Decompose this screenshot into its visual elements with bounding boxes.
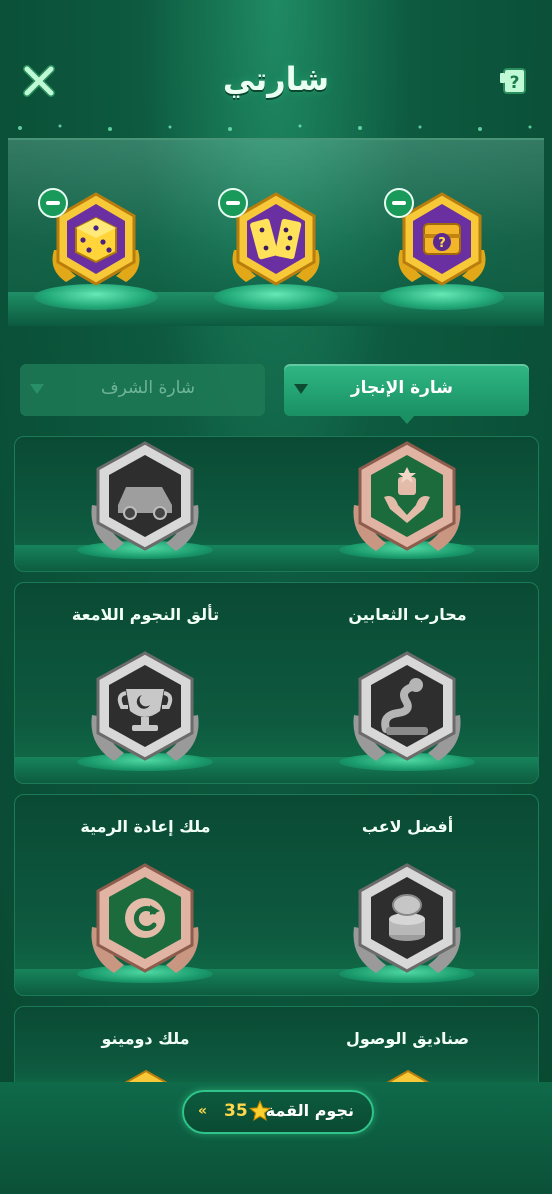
badge-cell[interactable]: ملك إعادة الرمية [15, 795, 276, 995]
help-icon: ? [500, 68, 526, 94]
unequip-button[interactable] [38, 188, 68, 218]
badge-cell[interactable]: أفضل لاعب [277, 795, 538, 995]
chevron-down-icon [30, 384, 44, 394]
tab-achievement-badge[interactable]: شارة الإنجاز [284, 364, 529, 416]
stars-count: 35 [224, 1101, 248, 1121]
coins-icon [353, 863, 461, 973]
double-chevron-icon: « [198, 1103, 208, 1119]
snake-icon [353, 651, 461, 761]
page-title: شارتي [222, 60, 330, 98]
stars-label: نجوم القمة [265, 1101, 354, 1120]
badge-label: أفضل لاعب [361, 817, 454, 836]
badge-row [14, 436, 539, 572]
badge-row: أفضل لاعب ملك إعادة الرمية [14, 794, 539, 996]
badge-label: محارب الثعابين [348, 605, 467, 624]
top-stars-button[interactable]: نجوم القمة 35 « [182, 1090, 374, 1134]
active-tab-pointer [398, 414, 416, 424]
tab-label: شارة الإنجاز [350, 378, 453, 398]
unequip-button[interactable] [218, 188, 248, 218]
equipped-badge-1[interactable]: ? [380, 186, 504, 316]
chevron-down-icon [294, 384, 308, 394]
unequip-button[interactable] [384, 188, 414, 218]
svg-text:?: ? [510, 73, 520, 93]
badge-cell[interactable]: تألق النجوم اللامعة [15, 583, 276, 783]
badge-cell[interactable] [277, 437, 538, 571]
trophy-wings-icon [353, 441, 461, 551]
badge-label: تألق النجوم اللامعة [71, 605, 220, 624]
decorative-lights [18, 124, 532, 131]
badge-cell[interactable]: محارب الثعابين [277, 583, 538, 783]
equipped-badge-2[interactable] [214, 186, 338, 316]
car-icon [91, 441, 199, 551]
reroll-icon [91, 863, 199, 973]
header: شارتي ? [0, 0, 552, 125]
badge-label: صناديق الوصول [345, 1029, 470, 1048]
badge-row: محارب الثعابين تألق النجوم اللامعة [14, 582, 539, 784]
help-button[interactable]: ? [498, 66, 528, 96]
badge-label: ملك دومينو [101, 1029, 190, 1048]
tab-honor-badge[interactable]: شارة الشرف [20, 364, 265, 416]
badge-label: ملك إعادة الرمية [80, 817, 211, 836]
badge-cell[interactable] [15, 437, 276, 571]
trophy-cup-icon [91, 651, 199, 761]
tab-label: شارة الشرف [100, 378, 195, 398]
equipped-badge-3[interactable] [34, 186, 158, 316]
star-icon [249, 1100, 271, 1122]
svg-text:?: ? [438, 236, 446, 251]
